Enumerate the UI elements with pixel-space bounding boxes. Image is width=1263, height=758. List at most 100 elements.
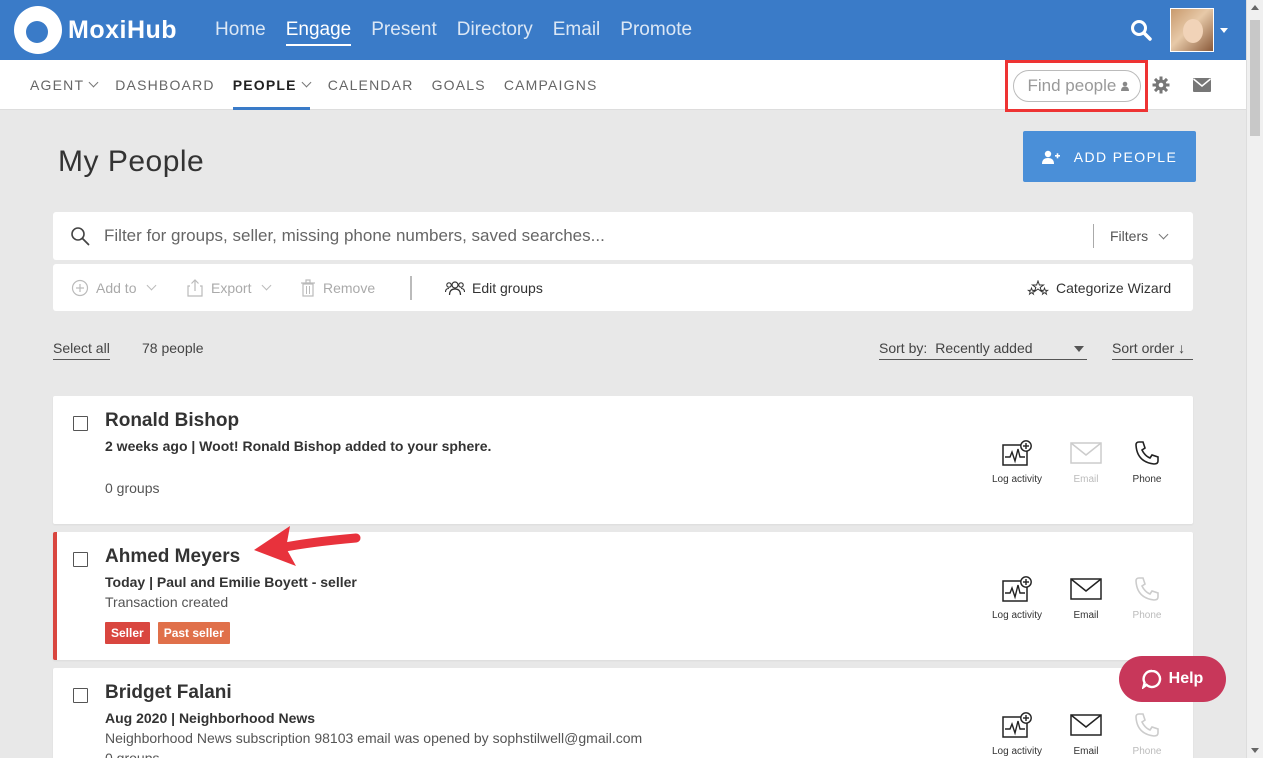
chevron-down-icon bbox=[301, 78, 311, 88]
person-name[interactable]: Bridget Falani bbox=[105, 682, 232, 704]
subnav-people[interactable]: PEOPLE bbox=[233, 60, 310, 110]
row-checkbox[interactable] bbox=[73, 416, 88, 431]
person-card[interactable]: Bridget Falani Aug 2020 | Neighborhood N… bbox=[53, 668, 1193, 758]
remove-button[interactable]: Remove bbox=[300, 264, 375, 311]
subnav-campaigns[interactable]: CAMPAIGNS bbox=[504, 60, 598, 110]
trash-icon bbox=[300, 279, 316, 297]
search-icon[interactable] bbox=[1130, 19, 1152, 41]
person-name[interactable]: Ronald Bishop bbox=[105, 410, 239, 432]
subnav-agent[interactable]: AGENT bbox=[30, 60, 97, 110]
account-caret-icon[interactable] bbox=[1220, 28, 1228, 33]
top-nav: Home Engage Present Directory Email Prom… bbox=[215, 0, 712, 60]
group-icon bbox=[445, 280, 465, 296]
top-nav-directory[interactable]: Directory bbox=[457, 0, 533, 60]
export-button[interactable]: Export bbox=[186, 264, 270, 311]
chevron-down-icon bbox=[1159, 229, 1169, 239]
subnav-goals[interactable]: GOALS bbox=[432, 60, 486, 110]
log-activity-button[interactable]: Log activity bbox=[987, 712, 1047, 757]
top-nav-home[interactable]: Home bbox=[215, 0, 266, 60]
divider bbox=[410, 276, 412, 300]
select-all-link[interactable]: Select all bbox=[53, 340, 110, 360]
divider bbox=[1093, 224, 1094, 248]
tag-seller[interactable]: Seller bbox=[105, 622, 150, 644]
email-icon bbox=[1070, 440, 1102, 466]
sub-nav: AGENT DASHBOARD PEOPLE CALENDAR GOALS CA… bbox=[0, 60, 1246, 110]
search-icon bbox=[70, 226, 90, 246]
gear-icon[interactable] bbox=[1152, 76, 1170, 94]
stars-icon bbox=[1027, 280, 1049, 296]
email-icon bbox=[1070, 712, 1102, 738]
filter-input[interactable]: Filter for groups, seller, missing phone… bbox=[104, 226, 605, 246]
person-activity-detail: Transaction created bbox=[105, 594, 228, 610]
edit-groups-button[interactable]: Edit groups bbox=[445, 264, 543, 311]
scroll-up-icon[interactable] bbox=[1251, 5, 1259, 10]
person-groups: 0 groups bbox=[105, 480, 159, 496]
plus-circle-icon bbox=[71, 279, 89, 297]
help-button[interactable]: Help bbox=[1119, 656, 1226, 702]
log-activity-icon bbox=[1002, 576, 1032, 602]
email-button[interactable]: Email bbox=[1056, 712, 1116, 757]
email-icon bbox=[1070, 576, 1102, 602]
email-button[interactable]: Email bbox=[1056, 440, 1116, 485]
person-activity: Aug 2020 | Neighborhood News bbox=[105, 710, 315, 726]
scroll-down-icon[interactable] bbox=[1251, 748, 1259, 753]
dropdown-caret-icon bbox=[1074, 346, 1084, 352]
person-card[interactable]: Ronald Bishop 2 weeks ago | Woot! Ronald… bbox=[53, 396, 1193, 524]
person-activity-detail: Neighborhood News subscription 98103 ema… bbox=[105, 730, 642, 746]
add-person-icon bbox=[1042, 150, 1060, 164]
find-people-input[interactable]: Find people bbox=[1013, 70, 1141, 102]
top-bar: MoxiHub Home Engage Present Directory Em… bbox=[0, 0, 1246, 60]
page-title: My People bbox=[58, 145, 204, 179]
filter-search-box[interactable]: Filter for groups, seller, missing phone… bbox=[53, 212, 1193, 260]
find-people-highlight: Find people bbox=[1005, 60, 1148, 112]
person-activity: 2 weeks ago | Woot! Ronald Bishop added … bbox=[105, 438, 491, 454]
list-meta-row: Select all 78 people Sort by: Recently a… bbox=[53, 340, 1193, 364]
phone-button[interactable]: Phone bbox=[1117, 712, 1177, 757]
row-checkbox[interactable] bbox=[73, 552, 88, 567]
log-activity-icon bbox=[1002, 440, 1032, 466]
filters-dropdown[interactable]: Filters bbox=[1110, 212, 1167, 260]
chevron-down-icon bbox=[262, 281, 272, 291]
mail-icon[interactable] bbox=[1193, 78, 1211, 92]
sort-by-dropdown[interactable]: Sort by: Recently added bbox=[879, 340, 1087, 360]
subnav-calendar[interactable]: CALENDAR bbox=[328, 60, 414, 110]
logo-text: MoxiHub bbox=[68, 16, 177, 45]
logo-mark-icon bbox=[14, 6, 62, 54]
log-activity-icon bbox=[1002, 712, 1032, 738]
top-nav-email[interactable]: Email bbox=[553, 0, 601, 60]
person-activity: Today | Paul and Emilie Boyett - seller bbox=[105, 574, 357, 590]
person-icon bbox=[1120, 81, 1130, 91]
phone-button[interactable]: Phone bbox=[1117, 440, 1177, 485]
scroll-thumb[interactable] bbox=[1250, 20, 1260, 136]
bulk-action-toolbar: Add to Export Remove Edit groups Categor… bbox=[53, 264, 1193, 311]
log-activity-button[interactable]: Log activity bbox=[987, 440, 1047, 485]
log-activity-button[interactable]: Log activity bbox=[987, 576, 1047, 621]
page-scrollbar[interactable] bbox=[1246, 0, 1263, 758]
person-groups: 0 groups bbox=[105, 750, 159, 758]
person-card[interactable]: Ahmed Meyers Today | Paul and Emilie Boy… bbox=[53, 532, 1193, 660]
email-button[interactable]: Email bbox=[1056, 576, 1116, 621]
sort-by-label: Sort by: bbox=[879, 340, 927, 356]
phone-button[interactable]: Phone bbox=[1117, 576, 1177, 621]
person-name[interactable]: Ahmed Meyers bbox=[105, 546, 240, 568]
sort-by-value: Recently added bbox=[935, 340, 1032, 356]
avatar[interactable] bbox=[1170, 8, 1214, 52]
add-people-button[interactable]: ADD PEOPLE bbox=[1023, 131, 1196, 182]
sort-order-toggle[interactable]: Sort order ↓ bbox=[1112, 340, 1193, 360]
top-nav-promote[interactable]: Promote bbox=[620, 0, 692, 60]
moxihub-logo[interactable]: MoxiHub bbox=[14, 0, 177, 60]
subnav-dashboard[interactable]: DASHBOARD bbox=[115, 60, 214, 110]
tag-past-seller[interactable]: Past seller bbox=[158, 622, 230, 644]
top-nav-engage[interactable]: Engage bbox=[286, 0, 352, 60]
phone-icon bbox=[1134, 712, 1160, 738]
categorize-wizard-button[interactable]: Categorize Wizard bbox=[1027, 264, 1171, 311]
add-to-button[interactable]: Add to bbox=[71, 264, 155, 311]
phone-icon bbox=[1134, 576, 1160, 602]
chevron-down-icon bbox=[147, 281, 157, 291]
chat-bubble-icon bbox=[1142, 669, 1162, 689]
people-count: 78 people bbox=[142, 340, 204, 356]
annotation-arrow-icon bbox=[250, 522, 362, 568]
top-nav-present[interactable]: Present bbox=[371, 0, 436, 60]
top-right-controls bbox=[1130, 8, 1228, 52]
row-checkbox[interactable] bbox=[73, 688, 88, 703]
